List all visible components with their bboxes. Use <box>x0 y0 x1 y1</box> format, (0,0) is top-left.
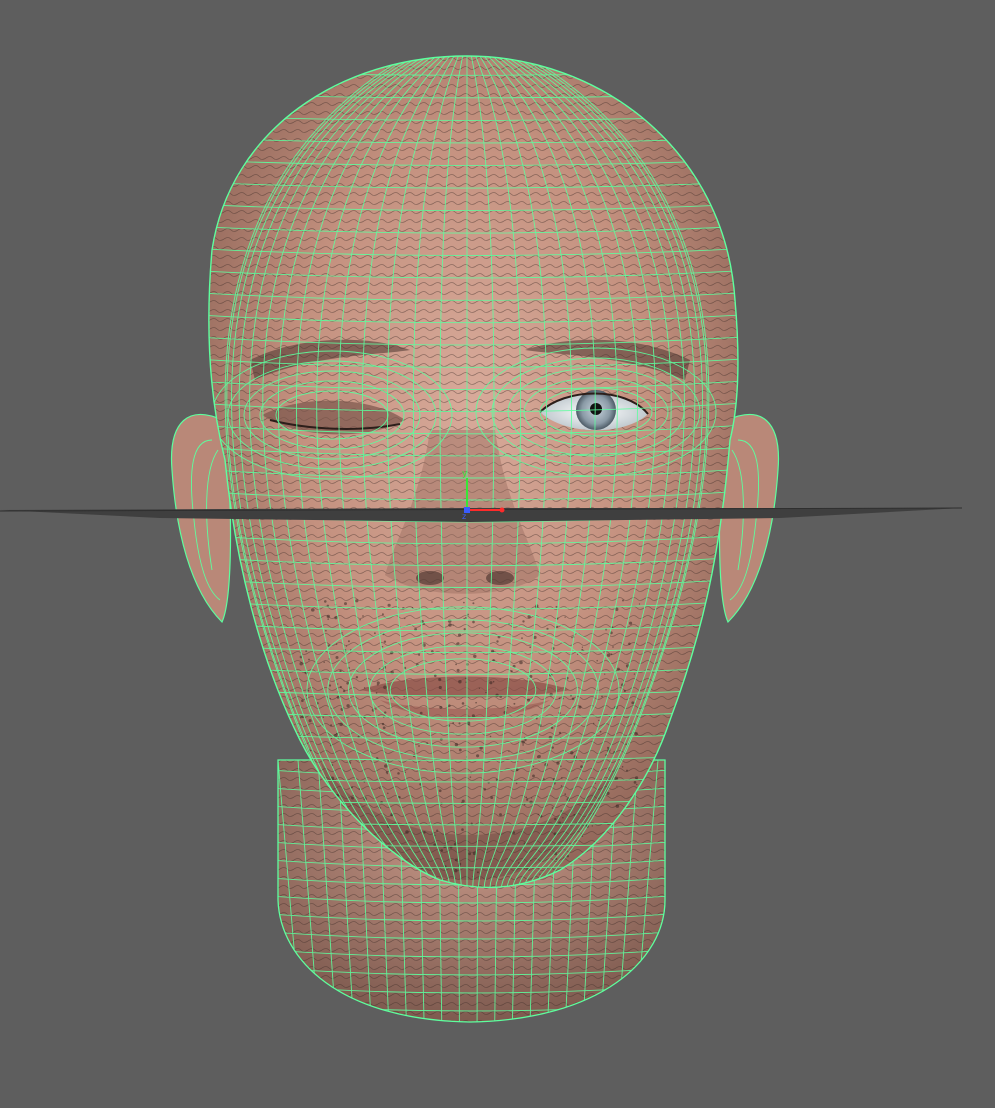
head-mesh[interactable] <box>150 55 790 890</box>
y-axis-label: y <box>462 469 468 479</box>
pupil <box>590 403 602 415</box>
3d-viewport[interactable]: y z <box>0 0 995 1108</box>
viewport-canvas[interactable]: y z <box>0 0 995 1108</box>
z-axis-label: z <box>462 512 466 521</box>
